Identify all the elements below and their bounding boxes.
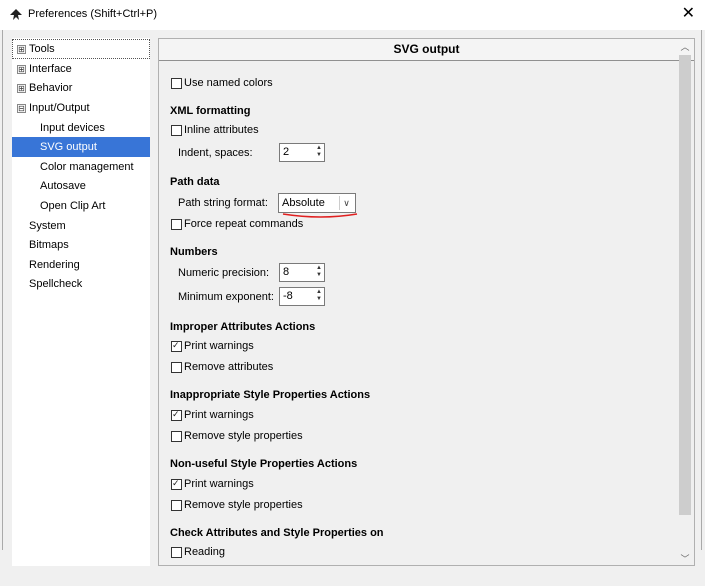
minimum-exponent-spinbox[interactable]: -8 ▲ ▼ — [279, 287, 325, 306]
indent-spaces-label: Indent, spaces: — [178, 147, 253, 159]
tree-item-input-output[interactable]: ⊟ Input/Output — [12, 98, 150, 118]
inappropriate-print-warnings-checkbox[interactable] — [171, 409, 182, 421]
tree-item-spellcheck[interactable]: Spellcheck — [12, 274, 150, 294]
tree-item-interface[interactable]: ⊞ Interface — [12, 59, 150, 79]
reading-label: Reading — [184, 546, 225, 558]
nonuseful-remove-label: Remove style properties — [184, 499, 303, 511]
tree-item-input-devices[interactable]: Input devices — [12, 118, 150, 138]
minimum-exponent-label: Minimum exponent: — [178, 291, 274, 303]
tree-item-label: Input/Output — [29, 102, 90, 114]
inline-attributes-label: Inline attributes — [184, 124, 259, 136]
indent-spaces-spinbox[interactable]: 2 ▲ ▼ — [279, 143, 325, 162]
tree-item-label: SVG output — [40, 141, 97, 153]
scroll-up-icon[interactable]: ︿ — [678, 41, 692, 53]
scrollbar-thumb[interactable] — [679, 55, 691, 515]
tree-item-label: Bitmaps — [29, 239, 69, 251]
improper-print-warnings-label: Print warnings — [184, 340, 254, 352]
inappropriate-style-heading: Inappropriate Style Properties Actions — [170, 389, 371, 401]
preferences-tree: ⊞ Tools ⊞ Interface ⊞ Behavior ⊟ Input/O… — [12, 38, 150, 566]
tree-item-label: Behavior — [29, 82, 73, 94]
tree-item-system[interactable]: System — [12, 216, 150, 236]
tree-item-bitmaps[interactable]: Bitmaps — [12, 235, 150, 255]
numeric-precision-spinbox[interactable]: 8 ▲ ▼ — [279, 263, 325, 282]
tree-item-label: Open Clip Art — [40, 200, 106, 212]
numbers-heading: Numbers — [170, 246, 218, 258]
tree-item-open-clip-art[interactable]: Open Clip Art — [12, 196, 150, 216]
close-icon[interactable]: ✕ — [682, 6, 695, 22]
window-edge-right — [701, 30, 702, 550]
chevron-down-icon[interactable]: ∨ — [339, 196, 353, 210]
inappropriate-print-warnings-label: Print warnings — [184, 409, 254, 421]
path-data-heading: Path data — [170, 176, 220, 188]
panel-title: SVG output — [159, 39, 694, 61]
window-title: Preferences (Shift+Ctrl+P) — [28, 8, 157, 20]
window-edge-left — [2, 30, 3, 550]
path-string-format-label: Path string format: — [178, 197, 268, 209]
collapse-icon[interactable]: ⊟ — [17, 104, 26, 113]
minimum-exponent-value: -8 — [283, 290, 293, 302]
tree-item-label: Rendering — [29, 259, 80, 271]
numeric-precision-value: 8 — [283, 266, 290, 278]
settings-panel: SVG output ︿ ﹀ Use named colors XML form… — [158, 38, 695, 566]
spin-arrows-icon[interactable]: ▲ ▼ — [315, 289, 323, 304]
improper-attributes-heading: Improper Attributes Actions — [170, 321, 316, 333]
indent-spaces-value: 2 — [283, 146, 290, 158]
tree-item-label: System — [29, 220, 66, 232]
expand-icon[interactable]: ⊞ — [17, 84, 26, 93]
remove-attributes-checkbox[interactable] — [171, 362, 182, 373]
tree-item-label: Tools — [29, 43, 55, 55]
inappropriate-remove-label: Remove style properties — [184, 430, 303, 442]
expand-icon[interactable]: ⊞ — [17, 45, 26, 54]
vertical-scrollbar[interactable]: ︿ ﹀ — [678, 41, 692, 565]
force-repeat-label: Force repeat commands — [184, 218, 304, 230]
use-named-colors-label: Use named colors — [184, 77, 273, 89]
nonuseful-print-warnings-label: Print warnings — [184, 478, 254, 490]
remove-attributes-label: Remove attributes — [184, 361, 274, 373]
tree-item-color-management[interactable]: Color management — [12, 157, 150, 177]
tree-item-label: Autosave — [40, 180, 86, 192]
nonuseful-remove-checkbox[interactable] — [171, 500, 182, 511]
improper-print-warnings-checkbox[interactable] — [171, 340, 182, 352]
path-string-format-value: Absolute — [282, 197, 325, 209]
title-bar: Preferences (Shift+Ctrl+P) ✕ — [0, 0, 705, 30]
tree-item-label: Spellcheck — [29, 278, 83, 290]
tree-item-label: Interface — [29, 63, 72, 75]
nonuseful-print-warnings-checkbox[interactable] — [171, 478, 182, 490]
spin-arrows-icon[interactable]: ▲ ▼ — [315, 265, 323, 280]
scroll-down-icon[interactable]: ﹀ — [678, 553, 692, 565]
check-attributes-heading: Check Attributes and Style Properties on — [170, 527, 384, 539]
nonuseful-style-heading: Non-useful Style Properties Actions — [170, 458, 358, 470]
inappropriate-remove-checkbox[interactable] — [171, 431, 182, 442]
tree-item-label: Color management — [40, 161, 134, 173]
tree-item-rendering[interactable]: Rendering — [12, 255, 150, 275]
tree-item-autosave[interactable]: Autosave — [12, 176, 150, 196]
force-repeat-checkbox[interactable] — [171, 219, 182, 230]
use-named-colors-checkbox[interactable] — [171, 78, 182, 89]
inline-attributes-checkbox[interactable] — [171, 125, 182, 136]
expand-icon[interactable]: ⊞ — [17, 65, 26, 74]
xml-formatting-heading: XML formatting — [170, 105, 251, 117]
tree-item-label: Input devices — [40, 122, 105, 134]
inkscape-icon — [10, 9, 22, 20]
reading-checkbox[interactable] — [171, 547, 182, 558]
path-string-format-dropdown[interactable]: Absolute ∨ — [278, 193, 356, 213]
numeric-precision-label: Numeric precision: — [178, 267, 270, 279]
tree-item-tools[interactable]: ⊞ Tools — [12, 39, 150, 59]
spin-arrows-icon[interactable]: ▲ ▼ — [315, 145, 323, 160]
tree-item-svg-output[interactable]: SVG output — [12, 137, 150, 157]
tree-item-behavior[interactable]: ⊞ Behavior — [12, 78, 150, 98]
